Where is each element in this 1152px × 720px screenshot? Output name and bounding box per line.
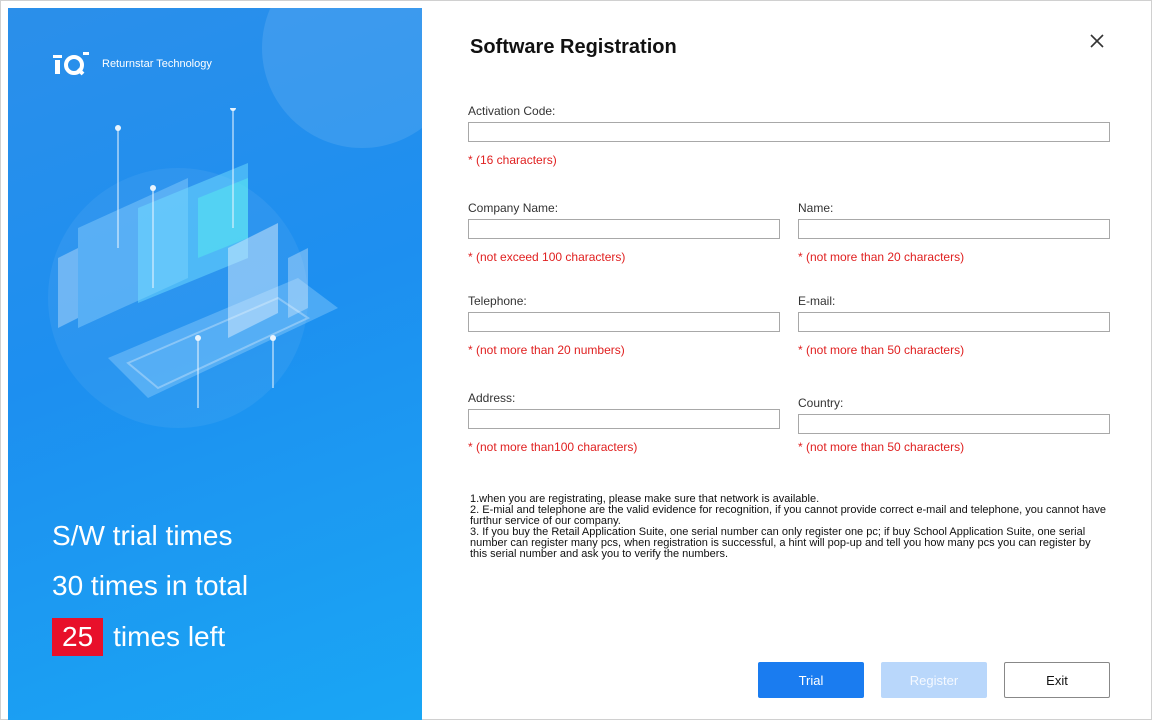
remaining-count-badge: 25 [52,618,104,656]
iq-logo-icon [53,52,89,76]
company-name-hint: * (not exceed 100 characters) [468,250,626,264]
address-hint: * (not more than100 characters) [468,440,638,454]
note-item: 3. If you buy the Retail Application Sui… [470,526,1091,560]
country-hint: * (not more than 50 characters) [798,440,965,454]
country-input[interactable] [798,414,1110,434]
address-label: Address: [468,391,516,405]
remaining-label: times left [113,621,226,652]
email-hint: * (not more than 50 characters) [798,343,965,357]
trial-info-panel: Returnstar Technology S/W trial times 30… [8,8,422,720]
activation-code-input[interactable] [468,122,1110,142]
activation-code-hint: * (16 characters) [468,153,557,167]
register-button[interactable]: Register [881,662,987,698]
company-name-label: Company Name: [468,201,559,215]
brand-name: Returnstar Technology [102,58,212,70]
note-item: 2. E-mial and telephone are the valid ev… [470,504,1106,527]
telephone-input[interactable] [468,312,780,332]
telephone-label: Telephone: [468,294,527,308]
trial-remaining: 25 times left [52,618,225,656]
registration-notes: 1.when you are registrating, please make… [470,494,1110,560]
country-label: Country: [798,396,844,410]
telephone-hint: * (not more than 20 numbers) [468,343,625,357]
company-name-input[interactable] [468,219,780,239]
technology-illustration [58,108,338,408]
email-label: E-mail: [798,294,836,308]
exit-button[interactable]: Exit [1004,662,1110,698]
address-input[interactable] [468,409,780,429]
trial-button[interactable]: Trial [758,662,864,698]
close-icon[interactable] [1086,30,1108,52]
activation-code-label: Activation Code: [468,104,556,118]
trial-total-count: 30 times in total [52,570,249,601]
dialog-title: Software Registration [470,36,677,58]
brand-logo: Returnstar Technology [52,52,212,76]
name-input[interactable] [798,219,1110,239]
name-hint: * (not more than 20 characters) [798,250,965,264]
trial-times-heading: S/W trial times [52,520,233,551]
name-label: Name: [798,201,834,215]
email-input[interactable] [798,312,1110,332]
